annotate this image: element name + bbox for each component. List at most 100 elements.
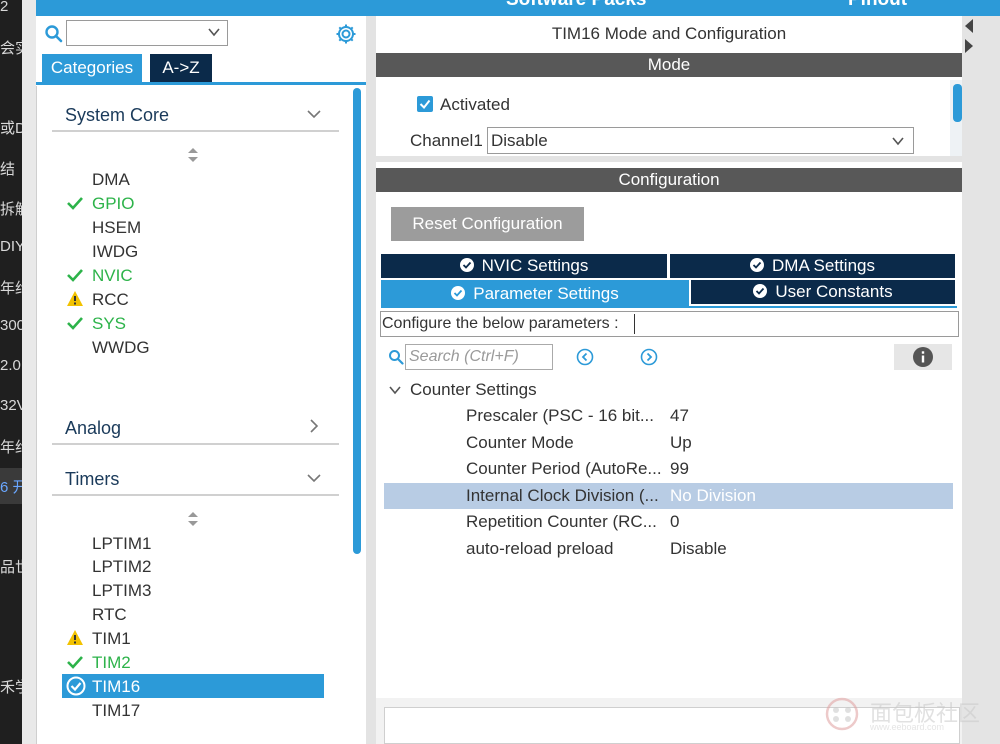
info-button[interactable] xyxy=(894,344,952,370)
tab-user-label: User Constants xyxy=(775,282,893,301)
next-match-icon[interactable] xyxy=(640,348,658,366)
param-row-repetition-counter[interactable]: Repetition Counter (RC... 0 xyxy=(384,509,953,535)
section-divider xyxy=(52,443,339,445)
tab-user-constants[interactable]: User Constants xyxy=(691,280,955,304)
section-divider xyxy=(52,494,339,496)
param-row-counter-mode[interactable]: Counter Mode Up xyxy=(384,430,953,456)
param-value[interactable]: Disable xyxy=(670,539,727,559)
chevron-right-icon[interactable] xyxy=(306,418,322,434)
channel1-select[interactable]: Disable xyxy=(487,127,914,154)
param-name: Repetition Counter (RC... xyxy=(466,512,657,531)
tree-item-rcc[interactable]: RCC xyxy=(92,290,129,312)
search-icon[interactable] xyxy=(44,24,64,44)
check-circle-icon xyxy=(66,676,86,696)
expand-right-icon[interactable] xyxy=(964,38,974,54)
panel-splitter[interactable] xyxy=(366,16,376,744)
tab-underline xyxy=(36,82,366,85)
strip-glyph: 拆解 xyxy=(0,201,22,218)
activated-label[interactable]: Activated xyxy=(440,95,510,115)
strip-glyph: DIY xyxy=(0,238,22,255)
param-value[interactable]: No Division xyxy=(670,486,756,506)
tab-a-to-z[interactable]: A->Z xyxy=(150,54,212,82)
tree-item-tim17[interactable]: TIM17 xyxy=(92,701,140,723)
strip-glyph: 2.0 xyxy=(0,357,21,374)
tree-item-dma[interactable]: DMA xyxy=(92,170,130,192)
tree-item-iwdg[interactable]: IWDG xyxy=(92,242,138,264)
check-icon xyxy=(67,317,83,330)
tree-item-rtc[interactable]: RTC xyxy=(92,605,127,627)
tree-item-gpio[interactable]: GPIO xyxy=(92,194,135,216)
tab-dma-label: DMA Settings xyxy=(772,256,875,275)
pinout-menu[interactable]: Pinout xyxy=(848,0,907,11)
section-divider xyxy=(52,130,339,132)
strip-glyph: 品世 xyxy=(0,559,22,576)
category-search-combo[interactable] xyxy=(66,20,228,46)
param-name: Counter Mode xyxy=(466,433,574,452)
tab-categories[interactable]: Categories xyxy=(42,54,142,82)
mode-scrollbar-thumb[interactable] xyxy=(953,84,962,122)
param-value[interactable]: Up xyxy=(670,433,692,453)
section-timers[interactable]: Timers xyxy=(65,469,119,493)
background-window-strip: 2 会实 或D 结 拆解 DIY 年约 300 2.0 32V 年约 6 开 品… xyxy=(0,0,22,744)
param-value[interactable]: 0 xyxy=(670,512,679,532)
section-analog[interactable]: Analog xyxy=(65,418,121,442)
section-splitter[interactable] xyxy=(376,156,962,162)
configure-parameters-field[interactable]: Configure the below parameters : xyxy=(380,311,959,337)
tree-item-tim16[interactable]: TIM16 xyxy=(92,677,140,699)
tab-parameter-label: Parameter Settings xyxy=(473,284,619,303)
strip-glyph: 年约 xyxy=(0,439,22,456)
param-row-auto-reload[interactable]: auto-reload preload Disable xyxy=(384,536,953,562)
param-row-prescaler[interactable]: Prescaler (PSC - 16 bit... 47 xyxy=(384,403,953,429)
tree-item-tim1[interactable]: TIM1 xyxy=(92,629,131,651)
search-icon[interactable] xyxy=(388,349,404,365)
chevron-down-icon[interactable] xyxy=(306,106,322,122)
previous-match-icon[interactable] xyxy=(576,348,594,366)
tree-item-nvic[interactable]: NVIC xyxy=(92,266,133,288)
param-value[interactable]: 47 xyxy=(670,406,689,426)
param-value[interactable]: 99 xyxy=(670,459,689,479)
tree-item-lptim3[interactable]: LPTIM3 xyxy=(92,581,152,603)
tree-scrollbar-thumb[interactable] xyxy=(353,88,361,554)
tab-dma-settings[interactable]: DMA Settings xyxy=(670,254,955,278)
check-icon xyxy=(419,99,431,110)
tree-item-tim2[interactable]: TIM2 xyxy=(92,653,131,675)
param-name: Internal Clock Division (... xyxy=(466,486,659,505)
top-header-bar: Software Packs Pinout xyxy=(36,0,1000,16)
chevron-down-icon[interactable] xyxy=(306,470,322,486)
gear-icon[interactable] xyxy=(334,22,358,46)
collapse-left-icon[interactable] xyxy=(964,18,974,34)
tab-underline xyxy=(381,306,957,308)
tree-item-lptim1[interactable]: LPTIM1 xyxy=(92,534,152,556)
sort-icon[interactable] xyxy=(187,147,199,163)
tab-nvic-settings[interactable]: NVIC Settings xyxy=(381,254,667,278)
param-name: auto-reload preload xyxy=(466,539,614,558)
warning-icon xyxy=(67,291,83,306)
check-circle-icon xyxy=(459,258,474,272)
sort-icon[interactable] xyxy=(187,511,199,527)
chevron-down-icon[interactable] xyxy=(387,382,403,398)
tab-nvic-label: NVIC Settings xyxy=(481,256,589,275)
strip-glyph: 32V xyxy=(0,397,22,414)
tree-item-lptim2[interactable]: LPTIM2 xyxy=(92,557,152,579)
window-gap xyxy=(22,0,36,744)
tree-item-hsem[interactable]: HSEM xyxy=(92,218,141,240)
software-packs-menu[interactable]: Software Packs xyxy=(506,0,646,11)
strip-glyph-highlight: 6 开 xyxy=(0,468,22,504)
parameter-search-input[interactable]: Search (Ctrl+F) xyxy=(405,344,553,370)
param-row-clock-division[interactable]: Internal Clock Division (... No Division xyxy=(384,483,953,509)
tree-item-sys[interactable]: SYS xyxy=(92,314,126,336)
chevron-down-icon[interactable] xyxy=(207,25,221,39)
counter-settings-group[interactable]: Counter Settings xyxy=(410,380,537,400)
section-system-core[interactable]: System Core xyxy=(65,105,169,129)
param-row-counter-period[interactable]: Counter Period (AutoRe... 99 xyxy=(384,456,953,482)
watermark-logo: 面包板社区 www.eeboard.com xyxy=(822,692,992,736)
tree-item-wwdg[interactable]: WWDG xyxy=(92,338,150,360)
category-tree xyxy=(36,86,366,744)
strip-glyph: 结 xyxy=(0,161,16,178)
tab-parameter-settings[interactable]: Parameter Settings xyxy=(381,280,689,307)
check-icon xyxy=(67,656,83,669)
reset-configuration-button[interactable]: Reset Configuration xyxy=(391,207,584,241)
configuration-header: Configuration xyxy=(376,168,962,192)
info-icon xyxy=(913,347,933,367)
activated-checkbox[interactable] xyxy=(417,96,433,112)
